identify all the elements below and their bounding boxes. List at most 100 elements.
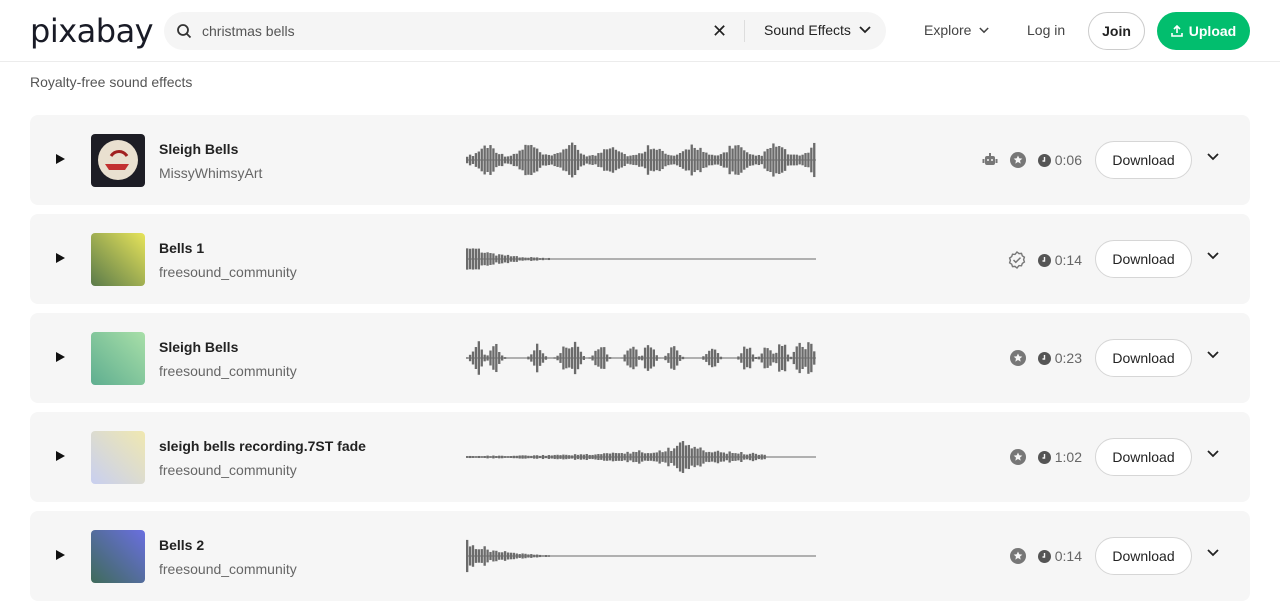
waveform-bar (813, 351, 816, 365)
track-row[interactable]: Bells 2 freesound_community 0:14 Downloa… (30, 511, 1250, 601)
waveform-bar (617, 258, 620, 260)
waveform-bar (792, 258, 795, 260)
download-button[interactable]: Download (1095, 141, 1192, 179)
waveform-bar (716, 353, 720, 363)
track-row[interactable]: sleigh bells recording.7ST fade freesoun… (30, 412, 1250, 502)
waveform-bar (483, 546, 486, 566)
explore-menu[interactable]: Explore (924, 22, 990, 38)
pixabay-logo[interactable]: pixabay (30, 12, 154, 50)
play-button[interactable] (56, 253, 65, 263)
waveform-bar (477, 455, 480, 459)
waveform[interactable] (466, 239, 816, 279)
waveform-bar (632, 451, 635, 463)
waveform-bar (533, 350, 536, 366)
waveform-bar (684, 555, 688, 557)
search-bar: ✕ Sound Effects (164, 12, 886, 50)
upload-button[interactable]: Upload (1157, 12, 1250, 50)
waveform[interactable] (466, 140, 816, 180)
media-type-dropdown[interactable]: Sound Effects (764, 22, 871, 38)
download-button[interactable]: Download (1095, 339, 1192, 377)
waveform-bar (778, 258, 781, 260)
download-button[interactable]: Download (1095, 240, 1192, 278)
play-button[interactable] (56, 451, 65, 461)
waveform-bar (611, 555, 615, 557)
waveform-bar (623, 258, 626, 260)
chevron-down-icon[interactable] (1207, 351, 1219, 359)
waveform-bar (632, 555, 635, 557)
chevron-down-icon[interactable] (1207, 153, 1219, 161)
download-button[interactable]: Download (1095, 537, 1192, 575)
track-row[interactable]: Bells 1 freesound_community 0:14 Downloa… (30, 214, 1250, 304)
chevron-down-icon[interactable] (1207, 549, 1219, 557)
play-button[interactable] (56, 550, 65, 560)
search-input[interactable] (202, 23, 682, 39)
login-link[interactable]: Log in (1027, 22, 1065, 38)
clock-icon (1037, 351, 1051, 365)
track-author[interactable]: freesound_community (159, 363, 297, 379)
waveform-bar (737, 356, 740, 360)
clear-search-icon[interactable]: ✕ (712, 21, 727, 42)
waveform-bar (781, 555, 784, 557)
waveform-bar (585, 357, 588, 359)
waveform-bar (536, 148, 539, 172)
track-row[interactable]: Sleigh Bells freesound_community 0:23 Do… (30, 313, 1250, 403)
waveform-bar (515, 256, 518, 262)
track-meta: 0:14 (1009, 548, 1082, 564)
waveform-bar (468, 546, 472, 566)
waveform-bar (670, 450, 673, 463)
waveform-bar (512, 455, 515, 459)
track-title[interactable]: Sleigh Bells (159, 339, 238, 355)
waveform-bar (635, 258, 638, 260)
waveform-bar (471, 351, 475, 365)
waveform-bar (495, 456, 498, 458)
waveform-bar (568, 348, 571, 368)
track-title[interactable]: Bells 1 (159, 240, 204, 256)
waveform-bar (641, 452, 644, 462)
waveform-bar (512, 153, 515, 167)
play-button[interactable] (56, 154, 65, 164)
track-title[interactable]: Sleigh Bells (159, 141, 238, 157)
waveform-bar (573, 341, 577, 375)
waveform-bar (743, 150, 746, 170)
waveform[interactable] (466, 338, 816, 378)
waveform-bar (626, 350, 629, 366)
track-author[interactable]: freesound_community (159, 561, 297, 577)
chevron-down-icon[interactable] (1207, 252, 1219, 260)
waveform[interactable] (466, 437, 816, 477)
waveform-bar (751, 452, 755, 462)
waveform-bar (731, 555, 734, 557)
track-row[interactable]: Sleigh Bells MissyWhimsyArt 0:06 Downloa… (30, 115, 1250, 205)
waveform-bar (524, 357, 527, 359)
waveform-bar (737, 145, 740, 175)
join-button[interactable]: Join (1088, 12, 1145, 50)
track-title[interactable]: sleigh bells recording.7ST fade (159, 438, 366, 454)
waveform-bar (661, 258, 664, 260)
track-title[interactable]: Bells 2 (159, 537, 204, 553)
waveform-bar (638, 153, 641, 167)
waveform-bar (801, 258, 804, 260)
play-button[interactable] (56, 352, 65, 362)
waveform-bar (719, 555, 723, 557)
waveform-bar (789, 356, 793, 360)
waveform-bar (573, 454, 577, 460)
waveform[interactable] (466, 536, 816, 576)
waveform-bar (556, 555, 559, 557)
chevron-down-icon[interactable] (1207, 450, 1219, 458)
waveform-bar (629, 258, 632, 260)
waveform-bar (711, 348, 714, 368)
waveform-bar (737, 258, 740, 260)
track-author[interactable]: freesound_community (159, 264, 297, 280)
waveform-bar (533, 147, 536, 173)
waveform-bar (748, 555, 752, 557)
waveform-bar (766, 258, 769, 260)
waveform-bar (638, 450, 641, 464)
track-author[interactable]: freesound_community (159, 462, 297, 478)
waveform-bar (524, 257, 527, 261)
star-badge-icon (1009, 548, 1026, 564)
waveform-bar (786, 154, 790, 166)
track-author[interactable]: MissyWhimsyArt (159, 165, 262, 181)
waveform-bar (518, 357, 521, 359)
waveform-bar (670, 258, 673, 260)
download-button[interactable]: Download (1095, 438, 1192, 476)
waveform-bar (775, 146, 778, 174)
